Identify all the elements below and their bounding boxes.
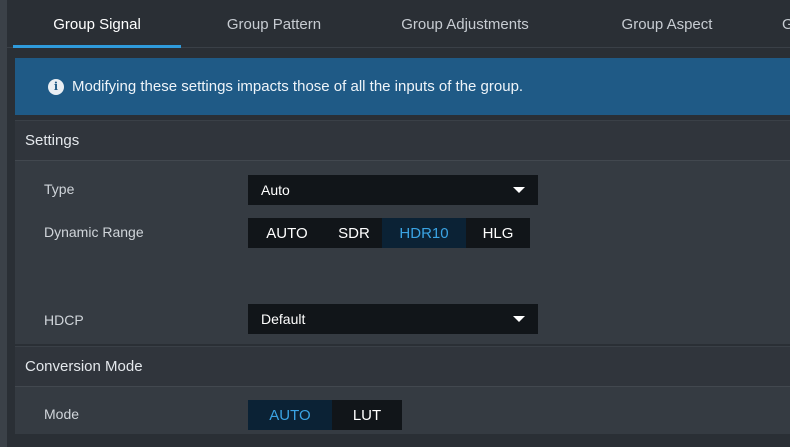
settings-title: Settings — [25, 132, 80, 149]
tab-truncated[interactable]: G — [782, 0, 790, 48]
mode-option-auto[interactable]: AUTO — [248, 400, 332, 430]
chevron-down-icon — [513, 187, 525, 193]
tab-group-aspect[interactable]: Group Aspect — [597, 0, 737, 48]
chevron-down-icon — [513, 316, 525, 322]
dynamic-range-label: Dynamic Range — [44, 224, 144, 240]
conversion-mode-selector: AUTO LUT — [248, 400, 402, 430]
conversion-mode-section-body: Mode AUTO LUT — [15, 386, 790, 434]
mode-label: Mode — [44, 406, 80, 422]
dynamic-range-option-hdr10[interactable]: HDR10 — [382, 218, 466, 248]
info-icon: i — [48, 78, 64, 95]
settings-section-header: Settings — [15, 120, 790, 160]
dynamic-range-option-auto[interactable]: AUTO — [248, 218, 326, 248]
tab-group-pattern[interactable]: Group Pattern — [199, 0, 349, 48]
conversion-mode-section-header: Conversion Mode — [15, 346, 790, 386]
dynamic-range-option-sdr[interactable]: SDR — [326, 218, 382, 248]
hdcp-label: HDCP — [44, 312, 84, 328]
tab-bar: Group Signal Group Pattern Group Adjustm… — [7, 0, 790, 48]
tab-group-signal[interactable]: Group Signal — [13, 0, 181, 48]
settings-section-body: Type Auto Dynamic Range AUTO SDR HDR10 H… — [15, 160, 790, 344]
type-label: Type — [44, 181, 75, 197]
hdcp-select[interactable]: Default — [248, 304, 538, 334]
mode-option-lut[interactable]: LUT — [332, 400, 402, 430]
hdcp-select-value: Default — [261, 311, 306, 327]
group-settings-panel: Group Signal Group Pattern Group Adjustm… — [7, 0, 790, 447]
type-select[interactable]: Auto — [248, 175, 538, 205]
conversion-mode-title: Conversion Mode — [25, 358, 143, 375]
type-select-value: Auto — [261, 182, 290, 198]
dynamic-range-option-hlg[interactable]: HLG — [466, 218, 530, 248]
info-banner-text: Modifying these settings impacts those o… — [72, 78, 524, 95]
dynamic-range-selector: AUTO SDR HDR10 HLG — [248, 218, 530, 248]
info-banner: i Modifying these settings impacts those… — [15, 58, 790, 115]
tab-group-adjustments[interactable]: Group Adjustments — [375, 0, 555, 48]
